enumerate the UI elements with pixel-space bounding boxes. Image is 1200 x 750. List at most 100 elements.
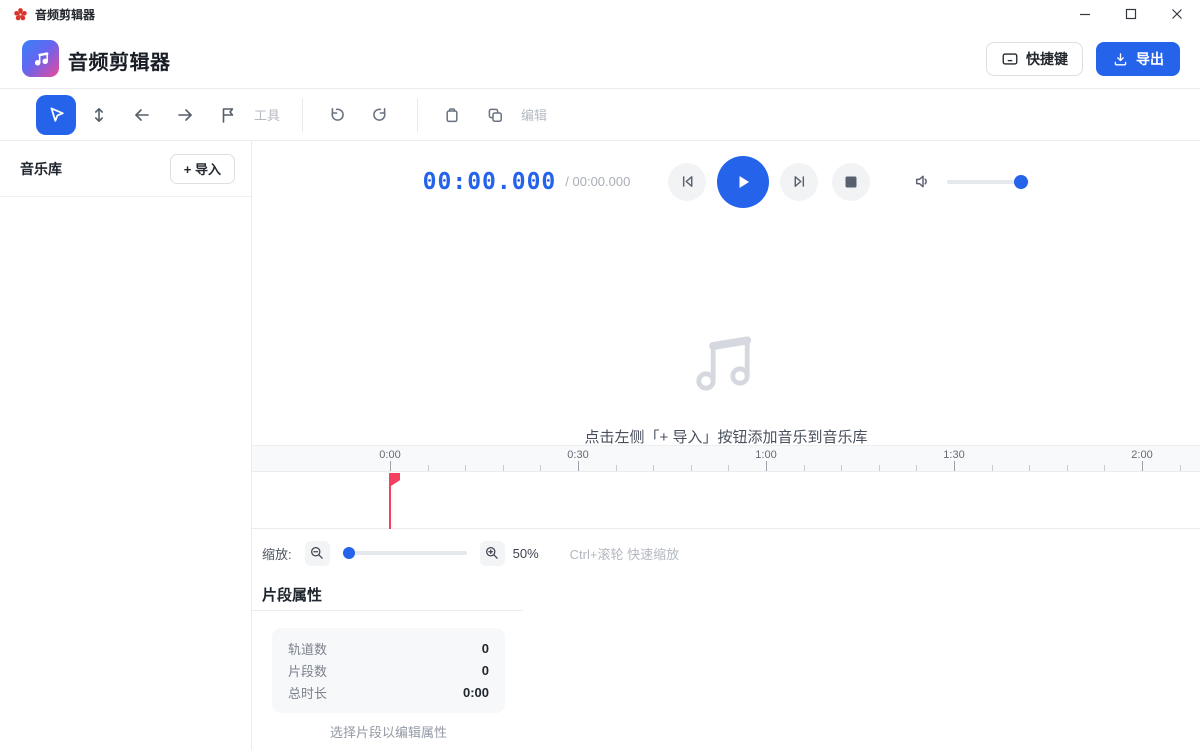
shortcut-keys-button[interactable]: 快捷键 [986,42,1083,76]
tools-group-label: 工具 [254,105,280,124]
ruler-minor-tick [728,465,729,471]
toolbar-divider [302,98,303,132]
ruler-major-tick [766,461,767,471]
ruler-minor-tick [653,465,654,471]
duplicate-button[interactable] [475,95,515,135]
empty-music-note-icon [688,328,764,396]
app-header: 音频剪辑器 快捷键 导出 [0,28,1200,89]
music-library-panel: 音乐库 + 导入 [0,141,252,750]
ruler-tick-label: 1:30 [943,449,964,461]
zoom-in-icon [484,545,500,561]
ruler-minor-tick [841,465,842,471]
vertical-move-tool-button[interactable] [79,95,119,135]
ruler-minor-tick [804,465,805,471]
undo-button[interactable] [317,95,357,135]
delete-button[interactable] [432,95,472,135]
zoom-slider[interactable] [343,551,467,555]
playhead[interactable] [389,473,391,529]
ruler-major-tick [390,461,391,471]
close-button[interactable] [1154,0,1200,28]
total-time-display: / 00:00.000 [565,174,630,189]
volume-slider[interactable] [947,180,1029,184]
clip-properties-title: 片段属性 [262,584,322,605]
flag-icon [218,105,238,125]
ruler-minor-tick [616,465,617,471]
playhead-flag-icon[interactable] [391,473,400,486]
move-left-button[interactable] [122,95,162,135]
property-row-clips: 片段数 0 [288,661,489,680]
stop-icon [844,175,858,189]
select-tool-button[interactable] [36,95,76,135]
zoom-controls: 缩放: 50% Ctrl+滚轮 快速缩放 [252,530,1200,576]
undo-icon [327,105,347,125]
ruler-major-tick [954,461,955,471]
zoom-hint: Ctrl+滚轮 快速缩放 [570,544,679,563]
music-note-icon [31,49,51,69]
zoom-out-button[interactable] [305,541,330,566]
keyboard-icon [1001,50,1019,68]
play-icon [733,172,753,192]
play-button[interactable] [717,156,769,208]
library-title: 音乐库 [20,159,62,179]
app-flower-icon [13,7,28,22]
current-time-display: 00:00.000 [423,169,557,195]
transport-bar: 00:00.000 / 00:00.000 [252,141,1200,222]
ruler-minor-tick [465,465,466,471]
ruler-major-tick [578,461,579,471]
speaker-icon [912,171,933,192]
copy-icon [485,105,505,125]
ruler-minor-tick [1180,465,1181,471]
ruler-tick-label: 0:00 [379,449,400,461]
ruler-minor-tick [1067,465,1068,471]
zoom-out-icon [309,545,325,561]
ruler-major-tick [1142,461,1143,471]
ruler-tick-label: 1:00 [755,449,776,461]
timeline-track[interactable] [252,473,1200,529]
skip-to-end-button[interactable] [780,163,818,201]
stop-button[interactable] [832,163,870,201]
ruler-minor-tick [503,465,504,471]
audio-editor-app: 音频剪辑器 音频剪辑器 [0,0,1200,750]
skip-start-icon [679,173,696,190]
timeline-ruler[interactable]: 0:00 0:30 1:00 1:30 2:00 [252,445,1200,472]
trash-icon [442,105,462,125]
maximize-button[interactable] [1108,0,1154,28]
zoom-percent: 50% [513,546,539,561]
redo-button[interactable] [360,95,400,135]
clip-properties-card: 轨道数 0 片段数 0 总时长 0:00 [272,628,505,713]
download-icon [1112,51,1129,68]
ruler-minor-tick [540,465,541,471]
ruler-tick-label: 0:30 [567,449,588,461]
arrow-left-icon [132,105,152,125]
property-row-tracks: 轨道数 0 [288,639,489,658]
cursor-icon [46,104,67,125]
export-button[interactable]: 导出 [1096,42,1180,76]
move-right-button[interactable] [165,95,205,135]
property-row-duration: 总时长 0:00 [288,683,489,702]
skip-to-start-button[interactable] [668,163,706,201]
ruler-minor-tick [1104,465,1105,471]
zoom-in-button[interactable] [480,541,505,566]
main-area: 00:00.000 / 00:00.000 [252,141,1200,750]
app-logo [22,40,59,77]
ruler-minor-tick [1029,465,1030,471]
minimize-button[interactable] [1062,0,1108,28]
window-title: 音频剪辑器 [35,6,95,23]
page-title: 音频剪辑器 [68,46,171,75]
import-button[interactable]: + 导入 [170,154,235,184]
volume-slider-thumb[interactable] [1014,175,1028,189]
arrow-right-icon [175,105,195,125]
toolbar-divider [417,98,418,132]
skip-end-icon [791,173,808,190]
ruler-minor-tick [992,465,993,471]
ruler-minor-tick [916,465,917,471]
edit-group-label: 编辑 [521,105,547,124]
edit-toolbar: 工具 [0,89,1200,141]
redo-icon [370,105,390,125]
titlebar[interactable]: 音频剪辑器 [0,0,1200,28]
zoom-slider-thumb[interactable] [343,547,355,559]
ruler-tick-label: 2:00 [1131,449,1152,461]
zoom-label: 缩放: [262,544,292,563]
marker-tool-button[interactable] [208,95,248,135]
properties-caption: 选择片段以编辑属性 [272,722,505,741]
